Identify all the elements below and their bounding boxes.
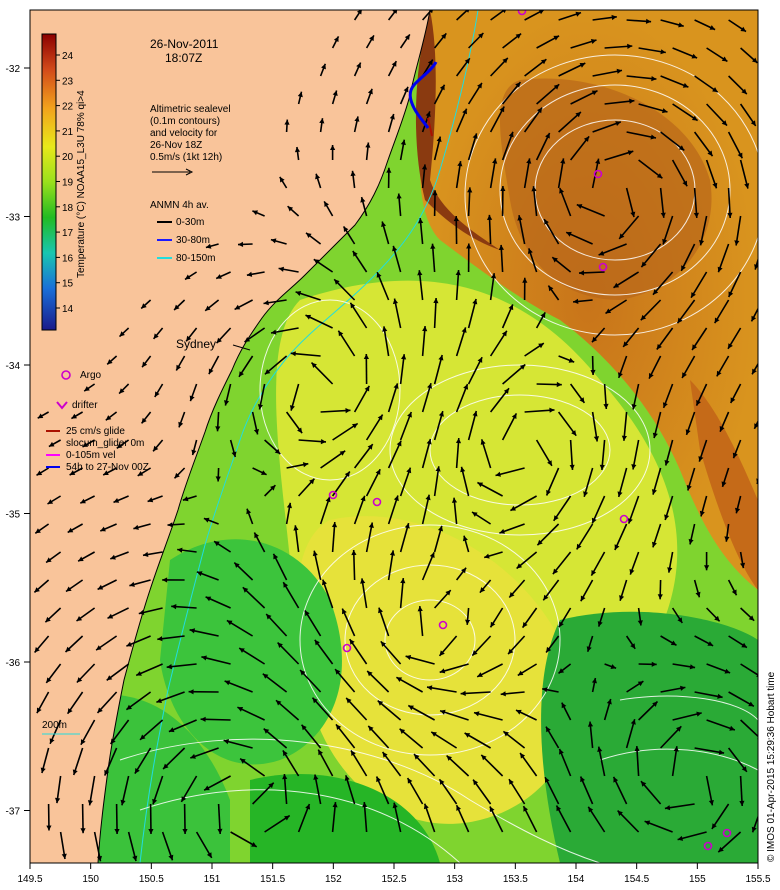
svg-text:0-105m vel: 0-105m vel: [66, 450, 115, 461]
map-time: 18:07Z: [165, 51, 202, 65]
svg-text:Altimetric sealevel: Altimetric sealevel: [150, 104, 231, 115]
x-tick-label: 150: [82, 874, 99, 885]
colorbar-title: Temperature (°C) NOAA15_L3U 78% qi>4: [76, 90, 87, 278]
velocity-arrow: [762, 524, 763, 539]
colorbar-tick-label: 24: [62, 51, 74, 62]
velocity-arrow: [771, 216, 774, 242]
svg-text:drifter: drifter: [72, 400, 98, 411]
x-tick-label: 153: [446, 874, 463, 885]
velocity-arrow: [771, 496, 774, 511]
svg-text:80-150m: 80-150m: [176, 253, 215, 264]
velocity-arrow-head: [769, 237, 774, 242]
svg-text:54h to 27-Nov 00Z: 54h to 27-Nov 00Z: [66, 462, 149, 473]
colorbar-tick-label: 21: [62, 127, 74, 138]
velocity-arrow-head: [771, 27, 777, 32]
velocity-arrow: [766, 272, 775, 295]
velocity-arrow: [764, 328, 774, 347]
svg-text:30-80m: 30-80m: [176, 235, 210, 246]
svg-text:0-30m: 0-30m: [176, 217, 204, 228]
velocity-arrow: [768, 440, 775, 456]
y-tick-label: -32: [6, 64, 21, 75]
colorbar-tick-label: 18: [62, 203, 74, 214]
colorbar-tick-label: 14: [62, 304, 74, 315]
colorbar-tick-label: 15: [62, 279, 74, 290]
velocity-arrow-head: [756, 478, 758, 484]
y-axis: -32 -33 -34 -35 -36 -37: [6, 64, 30, 818]
velocity-arrow: [763, 20, 777, 32]
x-tick-label: 150.5: [139, 874, 164, 885]
velocity-arrow-head: [761, 210, 766, 215]
y-tick-label: -33: [6, 213, 21, 224]
x-axis: 149.5 150 150.5 151 151.5 152 152.5 153 153.5 154…: [17, 863, 771, 885]
y-tick-label: -37: [6, 807, 21, 818]
svg-text:ANMN 4h av.: ANMN 4h av.: [150, 200, 209, 211]
x-tick-label: 151: [204, 874, 221, 885]
velocity-arrow-head: [775, 561, 780, 567]
velocity-arrow: [775, 608, 780, 620]
velocity-arrow: [775, 552, 779, 566]
colorbar-tick-label: 19: [62, 178, 74, 189]
velocity-arrow: [763, 188, 764, 215]
credit-text: © IMOS 01-Apr-2015 15:29:36 Hobart time: [766, 671, 777, 862]
svg-text:0.5m/s (1kt 12h): 0.5m/s (1kt 12h): [150, 152, 222, 163]
svg-text:and velocity for: and velocity for: [150, 128, 218, 139]
velocity-arrow-head: [764, 341, 769, 347]
colorbar-tick-label: 20: [62, 152, 74, 163]
velocity-arrow: [766, 384, 775, 401]
velocity-arrow-head: [773, 644, 779, 649]
colorbar-tick-label: 17: [62, 228, 74, 239]
x-tick-label: 155.5: [745, 874, 770, 885]
x-tick-label: 154.5: [624, 874, 649, 885]
svg-text:Argo: Argo: [80, 370, 102, 381]
y-tick-label: -34: [6, 361, 21, 372]
velocity-arrow: [763, 132, 773, 156]
velocity-arrow-head: [766, 395, 771, 401]
velocity-arrow-head: [768, 151, 773, 157]
x-tick-label: 154: [568, 874, 585, 885]
svg-text:25 cm/s glide: 25 cm/s glide: [66, 426, 125, 437]
svg-text:200m: 200m: [42, 720, 67, 731]
velocity-arrow-head: [768, 450, 773, 456]
colorbar-tick-label: 23: [62, 76, 74, 87]
x-tick-label: 152.5: [381, 874, 406, 885]
velocity-arrow-head: [770, 506, 775, 511]
x-tick-label: 153.5: [503, 874, 528, 885]
velocity-arrow-head: [760, 534, 765, 539]
svg-text:26-Nov 18Z: 26-Nov 18Z: [150, 140, 202, 151]
svg-text:(0.1m contours): (0.1m contours): [150, 116, 220, 127]
velocity-arrow: [775, 104, 780, 125]
x-tick-label: 149.5: [17, 874, 42, 885]
city-label-sydney: Sydney: [176, 337, 216, 351]
velocity-arrow-head: [765, 289, 770, 295]
y-tick-label: -36: [6, 658, 21, 669]
velocity-arrow: [763, 580, 772, 594]
velocity-arrow-head: [776, 180, 780, 185]
svg-text:slocum_glider 0m: slocum_glider 0m: [66, 438, 144, 449]
x-tick-label: 152: [325, 874, 342, 885]
velocity-arrow-head: [771, 89, 776, 95]
velocity-arrow: [775, 48, 780, 63]
colorbar-tick-label: 22: [62, 102, 74, 113]
x-tick-label: 155: [689, 874, 706, 885]
velocity-arrow: [763, 76, 777, 94]
map-date: 26-Nov-2011: [150, 37, 219, 51]
velocity-arrow-head: [759, 851, 764, 857]
y-tick-label: -35: [6, 510, 21, 521]
x-tick-label: 151.5: [260, 874, 285, 885]
sst-map-figure: Sydney 26-Nov-2011 18:07Z Altimetric sea…: [6, 9, 780, 885]
colorbar-tick-label: 16: [62, 253, 74, 264]
velocity-arrow: [775, 160, 780, 185]
velocity-arrow-head: [767, 588, 772, 594]
velocity-arrow: [763, 636, 779, 649]
